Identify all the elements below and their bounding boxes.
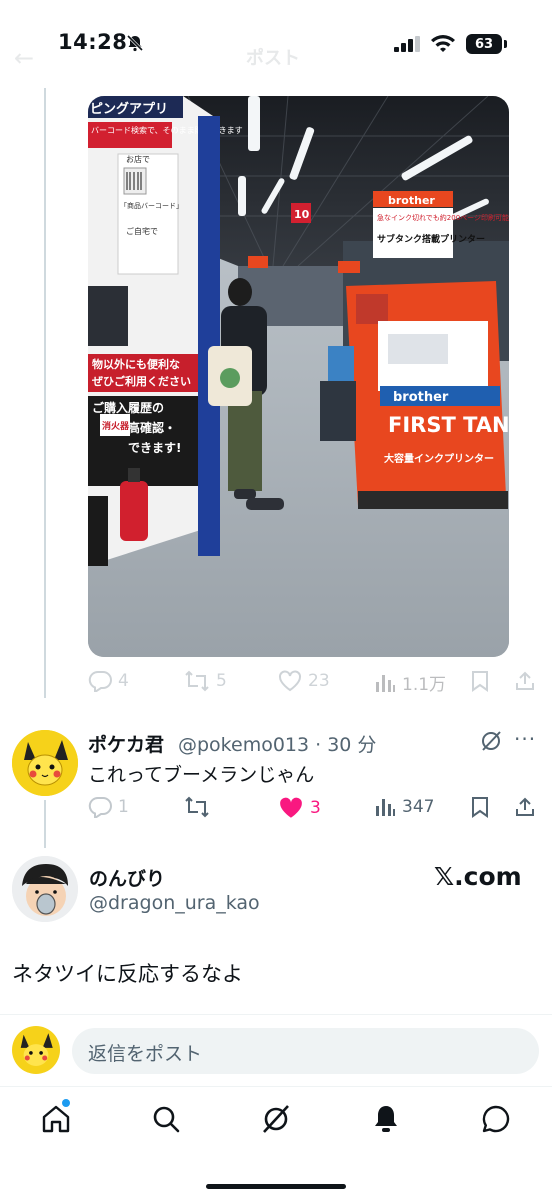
quoted-post-text: ネタツイに反応するなよ (12, 962, 243, 986)
reply-reply-count: 1 (118, 797, 129, 817)
reply-like-action[interactable]: 3 (278, 796, 321, 820)
reply-input-placeholder: 返信をポスト (88, 1043, 203, 1065)
prev-views-count: 1.1万 (402, 675, 447, 695)
battery-icon: 63 (466, 34, 502, 54)
grok-icon[interactable] (480, 730, 502, 756)
nonbiri-avatar[interactable] (12, 856, 78, 922)
mute-bell-icon (126, 34, 144, 56)
more-options-icon[interactable]: ··· (514, 727, 536, 751)
repost-icon (185, 796, 209, 818)
at-home-label: ご自宅で (126, 226, 158, 236)
aisle-number-sign: 10 (294, 208, 310, 221)
thread-line-top (44, 88, 46, 698)
cellular-signal-icon (394, 36, 422, 56)
home-icon[interactable] (40, 1103, 72, 1139)
views-icon (376, 799, 395, 816)
thread-line-bottom (44, 800, 46, 848)
usable-sign: 物以外にも便利な (92, 357, 180, 371)
extinguisher-sign: 消火器 (102, 420, 130, 432)
reply-views-count: 347 (402, 797, 435, 817)
previous-post-actions: 4 5 23 1.1万 (88, 668, 538, 698)
use-sign: ぜひご利用ください (92, 374, 191, 388)
prev-views-action[interactable]: 1.1万 (374, 670, 446, 695)
reply-icon (88, 796, 112, 818)
home-indicator (206, 1184, 346, 1189)
brother-logo: brother (393, 390, 449, 405)
big-capacity-label: 大容量インクプリンター (384, 452, 494, 465)
prev-like-count: 23 (308, 671, 330, 691)
status-time: 14:28 (58, 30, 128, 54)
views-icon (376, 674, 395, 692)
quoted-user-name[interactable]: のんびり (89, 864, 165, 891)
reply-input[interactable]: 返信をポスト (72, 1028, 539, 1074)
confirm-sign: 高確認・ (128, 420, 176, 435)
reply-actions: 1 3 347 (88, 794, 548, 824)
my-avatar[interactable] (12, 1026, 60, 1074)
prev-like-action[interactable]: 23 (278, 670, 330, 692)
messages-icon[interactable] (480, 1103, 512, 1139)
app-banner-text: ピングアプリ (90, 101, 168, 117)
prev-share-icon[interactable] (514, 670, 536, 692)
pikachu-avatar[interactable] (12, 730, 78, 796)
back-arrow-icon[interactable]: ← (14, 44, 34, 72)
wifi-icon (430, 33, 456, 57)
x-com-watermark: 𝕏.com (434, 862, 522, 891)
reply-author-name[interactable]: ポケカ君 (88, 730, 164, 757)
prev-reply-count: 4 (118, 671, 129, 691)
reply-bookmark-icon[interactable] (470, 796, 490, 818)
battery-nub (504, 40, 507, 48)
can-do-sign: できます! (128, 441, 181, 455)
search-icon[interactable] (150, 1103, 182, 1139)
reply-author-handle[interactable]: @pokemo013 · 30 分 (178, 730, 376, 757)
first-tank-title: FIRST TANK (388, 413, 509, 437)
reply-reply-action[interactable]: 1 (88, 796, 129, 818)
reply-share-icon[interactable] (514, 796, 536, 818)
reply-repost-action[interactable] (184, 796, 210, 818)
reply-body-text: これってブーメランじゃん (88, 764, 315, 786)
prev-repost-action[interactable]: 5 (184, 670, 227, 692)
header-title: ポスト (246, 48, 300, 69)
notifications-bell-icon[interactable] (370, 1103, 402, 1139)
printer-tagline: サブタンク搭載プリンター (377, 233, 485, 245)
reply-like-count: 3 (310, 798, 321, 818)
heart-outline-icon (279, 670, 301, 692)
divider (0, 1014, 552, 1015)
prev-bookmark-icon[interactable] (470, 670, 490, 692)
quoted-user-handle[interactable]: @dragon_ura_kao (89, 892, 260, 914)
repost-icon (185, 670, 209, 692)
bottom-tab-bar (0, 1086, 552, 1200)
grok-tab-icon[interactable] (260, 1103, 292, 1139)
in-store-label: お店で (126, 154, 150, 164)
prev-reply-action[interactable]: 4 (88, 670, 129, 692)
reply-views-action[interactable]: 347 (374, 796, 434, 818)
heart-filled-icon (280, 797, 302, 818)
prev-repost-count: 5 (216, 671, 227, 691)
ink-tagline: 急なインク切れでも約200ページ印刷可能 (377, 213, 509, 222)
post-photo[interactable]: ピングアプリ バーコード検索で、そのまま購入できます お店で 「商品バーコード」… (88, 96, 509, 657)
reply-icon (88, 670, 112, 692)
brother-top-sign: brother (388, 194, 435, 207)
home-notification-dot (62, 1099, 70, 1107)
history-sign: ご購入履歴の (92, 400, 164, 415)
product-barcode-sign: 「商品バーコード」 (120, 201, 183, 210)
